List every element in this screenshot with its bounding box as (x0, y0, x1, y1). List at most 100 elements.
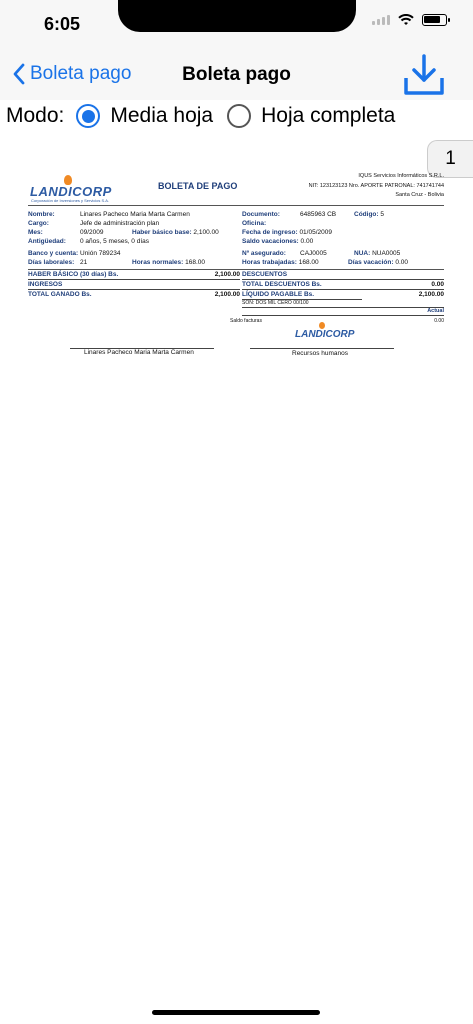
total-descuentos-label: TOTAL DESCUENTOS Bs. (242, 281, 322, 288)
signature-line-hr (250, 348, 394, 349)
field-label: Documento: (242, 211, 280, 218)
field-dias-laborales: Días laborales: 21 (28, 259, 87, 266)
field-horas-normales: Horas normales: 168.00 (132, 259, 205, 266)
field-label: Nombre: (28, 211, 55, 218)
saldo-facturas-value: 0.00 (434, 318, 444, 324)
row-divider (28, 279, 240, 280)
field-oficina: Oficina: (242, 220, 266, 227)
status-time: 6:05 (44, 14, 81, 34)
total-descuentos-value: 0.00 (431, 281, 444, 288)
field-value: NUA0005 (372, 250, 401, 257)
company-line: Santa Cruz - Bolivia (395, 192, 444, 198)
company-line: IQUS Servicios Informáticos S.R.L. (358, 173, 444, 179)
field-mes: Mes: 09/2009 (28, 229, 104, 236)
signature-hr: Recursos humanos (292, 350, 348, 357)
radio-media-hoja[interactable] (76, 104, 101, 128)
logo-subtitle: Corporación de Inversiones y Servicios S… (31, 198, 110, 203)
field-value: 01/05/2009 (299, 229, 332, 236)
field-label: NUA: (354, 250, 371, 257)
field-label: Horas trabajadas: (242, 259, 297, 266)
company-line: NIT: 123123123 Nro. APORTE PATRONAL: 741… (308, 182, 444, 189)
field-label: Haber básico base: (132, 229, 192, 236)
field-cargo: Cargo: Jefe de administración plan (28, 220, 159, 227)
field-haber-basico-base: Haber básico base: 2,100.00 (132, 229, 219, 236)
wifi-icon (398, 14, 414, 25)
field-value: 0.00 (300, 238, 314, 245)
field-nua: NUA: NUA0005 (354, 250, 400, 257)
radio-hoja-completa[interactable] (227, 104, 252, 128)
field-value: CAJ0005 (300, 250, 327, 257)
field-label: Oficina: (242, 220, 267, 227)
signature-employee: Linares Pacheco Maria Marta Carmen (84, 349, 194, 356)
row-divider (242, 307, 444, 308)
flame-icon (319, 322, 325, 329)
row-divider (242, 279, 444, 280)
field-value: 0 años, 5 meses, 0 días (80, 238, 150, 245)
total-ganado-label: TOTAL GANADO Bs. (28, 291, 92, 298)
app-screen: 6:05 Boleta pago Boleta pago Modo: Media… (0, 0, 473, 1024)
field-label: Banco y cuenta: (28, 250, 79, 257)
home-indicator[interactable] (152, 1010, 320, 1015)
field-value: Unión 789234 (80, 250, 121, 257)
battery-icon (422, 14, 450, 26)
section-divider (28, 269, 444, 270)
document-title: BOLETA DE PAGO (158, 181, 238, 191)
field-label: Días laborales: (28, 259, 75, 266)
company-info: IQUS Servicios Informáticos S.R.L. NIT: … (309, 172, 444, 201)
field-nro-asegurado: Nº asegurado: CAJ0005 (242, 250, 327, 257)
row-divider (28, 289, 240, 290)
field-banco: Banco y cuenta: Unión 789234 (28, 250, 120, 257)
field-value: 168.00 (298, 259, 319, 266)
field-nombre: Nombre: Linares Pacheco Maria Marta Carme… (28, 211, 190, 218)
field-label: Fecha de ingreso: (242, 229, 298, 236)
descuentos-label: DESCUENTOS (242, 271, 288, 278)
device-notch (118, 0, 356, 32)
field-label: Antigüedad: (28, 238, 66, 245)
company-logo-small: LANDICORP (295, 329, 355, 340)
field-value: 168.00 (185, 259, 205, 266)
field-label: Cargo: (28, 220, 49, 227)
mode-selector: Modo: Media hoja Hoja completa (6, 104, 409, 128)
field-value: 09/2009 (80, 229, 104, 236)
field-label: Mes: (28, 229, 43, 236)
row-divider (242, 315, 444, 316)
field-label: Días vacación: (348, 259, 394, 266)
haber-basico-dias-label: HABER BÁSICO (30 días) Bs. (28, 271, 119, 278)
signal-icon (372, 15, 390, 25)
field-label: Horas normales: (132, 259, 184, 266)
actual-label: Actual (427, 308, 444, 314)
option-hoja-completa[interactable]: Hoja completa (261, 104, 395, 128)
field-horas-trabajadas: Horas trabajadas: 168.00 (242, 259, 319, 266)
battery-level (424, 16, 440, 23)
row-divider (242, 289, 444, 290)
field-label: Nº asegurado: (242, 250, 286, 257)
header-divider (28, 205, 444, 206)
field-value: 2,100.00 (193, 229, 219, 236)
saldo-facturas-label: Saldo facturas (230, 318, 262, 324)
field-saldo-vacaciones: Saldo vacaciones: 0.00 (242, 238, 313, 245)
option-media-hoja[interactable]: Media hoja (110, 104, 213, 128)
mode-label: Modo: (6, 104, 65, 127)
field-value: 5 (380, 211, 384, 218)
field-antiguedad: Antigüedad: 0 años, 5 meses, 0 días (28, 238, 149, 245)
son-amount-words: SON: DOS MIL CERO 00/100 (242, 300, 309, 306)
field-codigo: Código: 5 (354, 211, 384, 218)
ingresos-label: INGRESOS (28, 281, 63, 288)
field-value: 21 (80, 259, 88, 266)
field-value: Linares Pacheco Maria Marta Carmen (80, 211, 190, 218)
field-value: 6485963 CB (300, 211, 337, 218)
field-dias-vacacion: Días vacación: 0.00 (348, 259, 408, 266)
download-button[interactable] (403, 52, 445, 101)
field-label: Saldo vacaciones: (242, 238, 299, 245)
payslip-document: LANDICORP Corporación de Inversiones y S… (26, 172, 446, 372)
total-ganado-value: 2,100.00 (214, 291, 240, 298)
company-logo: LANDICORP (30, 184, 112, 199)
field-value: 0.00 (395, 259, 408, 266)
field-value: Jefe de administración plan (80, 220, 160, 227)
field-label: Código: (354, 211, 379, 218)
liquido-pagable-value: 2,100.00 (418, 291, 444, 298)
field-fecha-ingreso: Fecha de ingreso: 01/05/2009 (242, 229, 332, 236)
liquido-pagable-label: LÍQUIDO PAGABLE Bs. (242, 291, 315, 298)
field-documento: Documento: 6485963 CB (242, 211, 336, 218)
status-icons (372, 14, 450, 26)
